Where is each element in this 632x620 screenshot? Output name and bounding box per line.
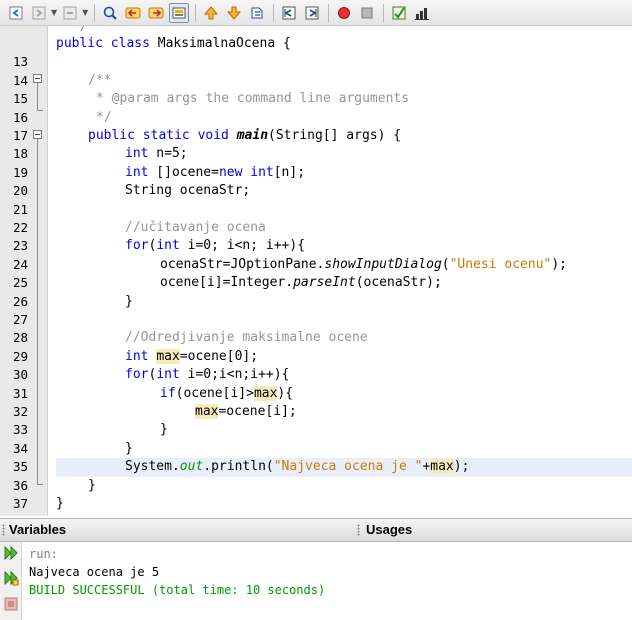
history-dropdown-icon[interactable]: ▼ xyxy=(51,8,57,17)
toolbar-separator xyxy=(383,3,385,22)
bottom-panel-header: Variables Usages xyxy=(0,518,632,542)
rerun-with-params-icon[interactable] xyxy=(3,570,19,586)
code-line: 13 public class MaksimalnaOcena { xyxy=(0,35,632,69)
code-line: 14 xyxy=(0,53,632,88)
go-forward-icon[interactable] xyxy=(29,3,49,23)
code-line: 29 //Odredjivanje maksimalne ocene xyxy=(0,329,632,363)
occurrence-highlight: max xyxy=(156,348,180,364)
run-tests-icon[interactable] xyxy=(389,3,409,23)
find-icon[interactable] xyxy=(100,3,120,23)
occurrence-highlight: max xyxy=(253,385,278,401)
panel-grip-icon[interactable] xyxy=(357,524,360,536)
toggle-bookmark-icon[interactable] xyxy=(247,3,267,23)
editor-toolbar: ▼ ▼ xyxy=(0,0,632,26)
find-previous-icon[interactable] xyxy=(123,3,143,23)
code-line: 27 } xyxy=(0,293,632,327)
edit-dropdown-icon[interactable]: ▼ xyxy=(82,8,88,17)
code-line: 31 for(int i=0;i<n;i++){ xyxy=(0,366,632,400)
start-macro-icon[interactable] xyxy=(334,3,354,23)
output-window[interactable]: run: Najveca ocena je 5 BUILD SUCCESSFUL… xyxy=(0,542,632,620)
code-line: 20 int []ocene=new int[n]; xyxy=(0,164,632,198)
go-back-icon[interactable] xyxy=(6,3,26,23)
code-line: 26 ocene[i]=Integer.parseInt(ocenaStr); xyxy=(0,274,632,308)
code-line: 35 } xyxy=(0,440,632,474)
code-editor[interactable]: */ 13 public class MaksimalnaOcena { 14 … xyxy=(0,26,632,516)
code-line: 19 int n=5; xyxy=(0,145,632,179)
code-line: 17 */ xyxy=(0,109,632,143)
output-actions xyxy=(0,542,22,620)
next-bookmark-icon[interactable] xyxy=(224,3,244,23)
chart-icon[interactable] xyxy=(412,3,432,23)
code-line: 28 xyxy=(0,311,632,345)
occurrence-highlight: max xyxy=(430,459,454,475)
toolbar-separator xyxy=(273,3,275,22)
line-number: 38 xyxy=(0,513,28,516)
code-line: 37 } xyxy=(0,477,632,511)
toolbar-separator xyxy=(94,3,96,22)
toolbar-separator xyxy=(328,3,330,22)
last-edit-icon[interactable] xyxy=(60,3,80,23)
toggle-highlight-icon[interactable] xyxy=(169,2,190,23)
code-line: 38 } xyxy=(0,495,632,516)
output-line-build: BUILD SUCCESSFUL (total time: 10 seconds… xyxy=(29,583,326,597)
code-line: 23 //učitavanje ocena xyxy=(0,219,632,253)
occurrence-highlight: max xyxy=(195,404,219,419)
code-line: 24 for(int i=0; i<n; i++){ xyxy=(0,237,632,271)
stop-icon[interactable] xyxy=(3,596,19,612)
previous-bookmark-icon[interactable] xyxy=(201,3,221,23)
code-line: 15 /** xyxy=(0,72,632,106)
toolbar-separator xyxy=(195,3,197,22)
code-line: 33 max=ocene[i]; xyxy=(0,403,632,437)
find-next-icon[interactable] xyxy=(146,3,166,23)
code-line: 25 ocenaStr=JOptionPane.showInputDialog(… xyxy=(0,256,632,290)
code-line: 34 } xyxy=(0,421,632,455)
code-line: 16 * @param args the command line argume… xyxy=(0,90,632,124)
code-line: 30 int max=ocene[0]; xyxy=(0,348,632,382)
tab-variables[interactable]: Variables xyxy=(9,522,66,537)
code-line: 22 xyxy=(0,201,632,235)
output-line-result: Najveca ocena je 5 xyxy=(29,565,160,579)
tab-usages[interactable]: Usages xyxy=(366,522,412,537)
shift-left-icon[interactable] xyxy=(279,3,299,23)
stop-macro-icon[interactable] xyxy=(357,3,377,23)
code-line: 21 String ocenaStr; xyxy=(0,182,632,216)
shift-right-icon[interactable] xyxy=(302,3,322,23)
code-line: 18 public static void main(String[] args… xyxy=(0,127,632,161)
current-line: 36 System.out.println("Najveca ocena je … xyxy=(0,458,632,493)
panel-grip-icon[interactable] xyxy=(2,524,5,536)
code-line: 32 if(ocene[i]>max){ xyxy=(0,385,632,419)
output-line-run: run: xyxy=(29,547,58,561)
rerun-icon[interactable] xyxy=(3,545,19,561)
